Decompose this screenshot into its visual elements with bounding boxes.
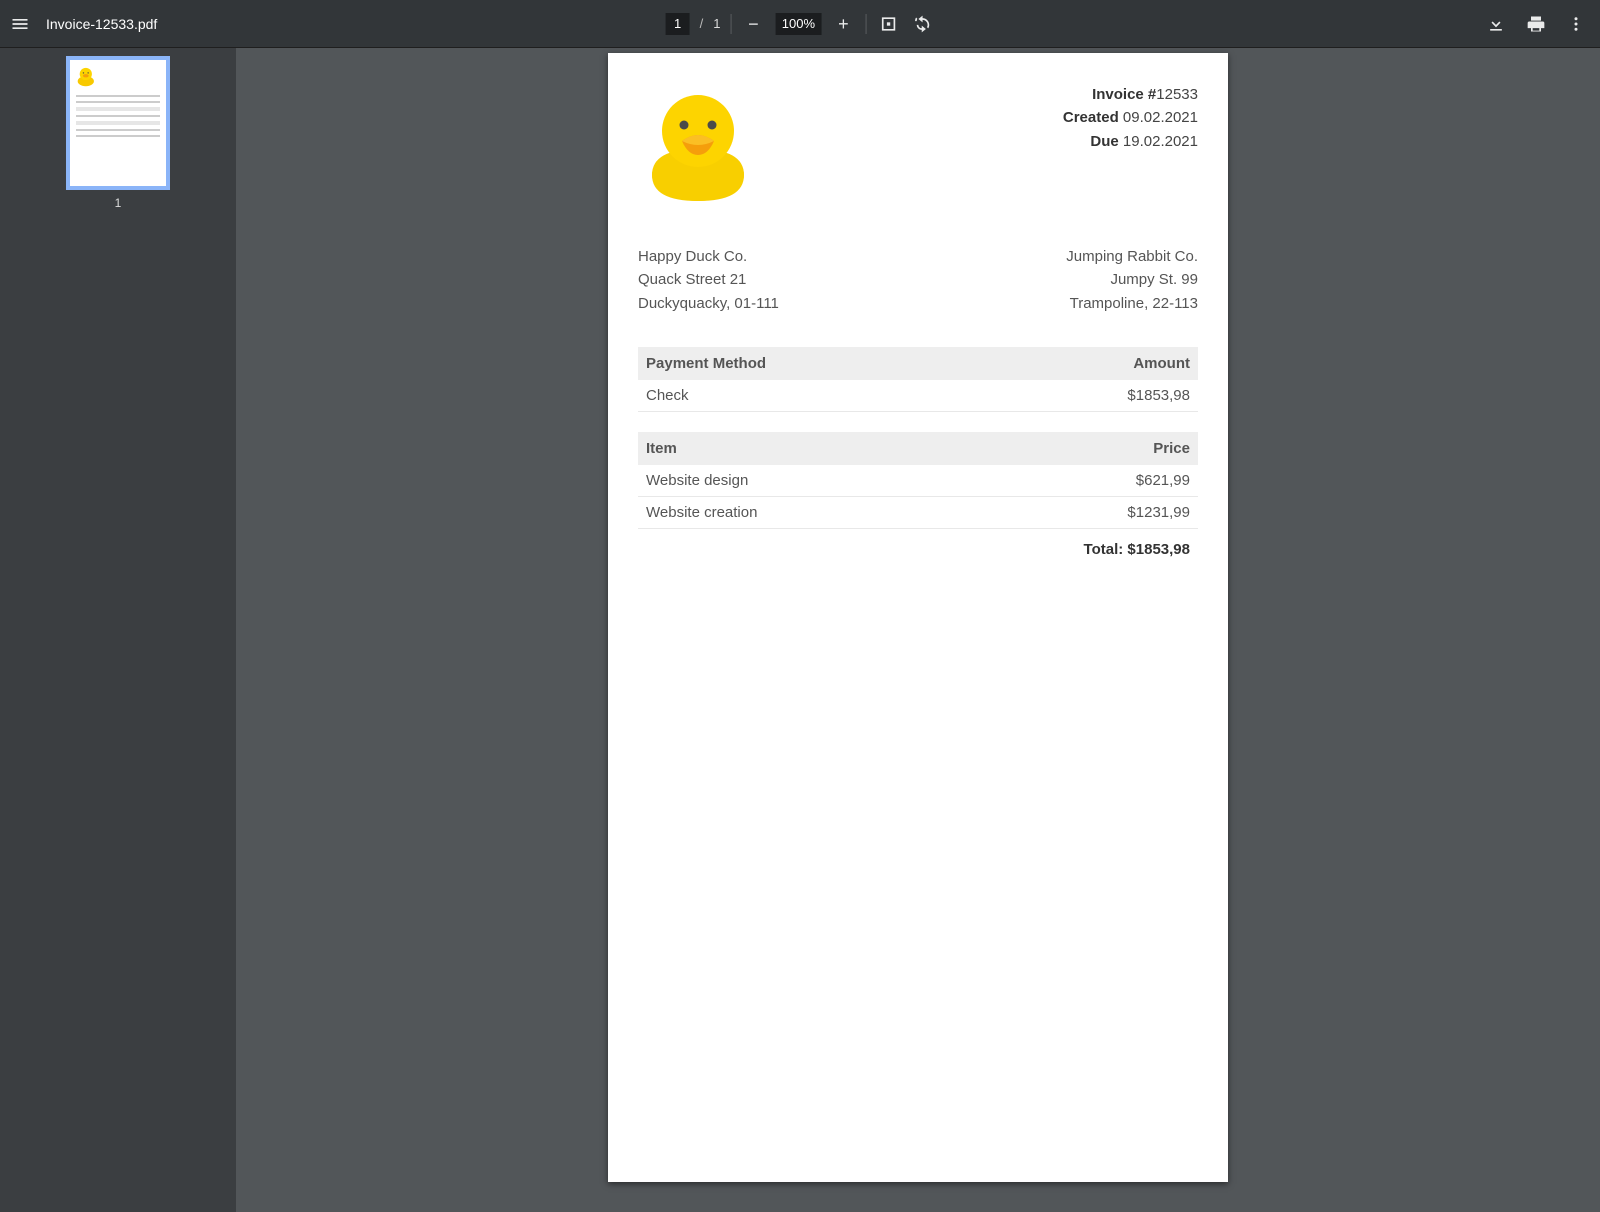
page-separator: / bbox=[700, 16, 704, 31]
invoice-number-label: Invoice # bbox=[1092, 86, 1156, 103]
table-row: Website creation $1231,99 bbox=[638, 496, 1198, 528]
thumbnail-sidebar: 1 bbox=[0, 48, 236, 1212]
payment-method-value: Check bbox=[638, 380, 993, 412]
item-name: Website creation bbox=[638, 496, 984, 528]
table-row: Check $1853,98 bbox=[638, 380, 1198, 412]
fit-page-icon[interactable] bbox=[876, 12, 900, 36]
invoice-total: Total: $1853,98 bbox=[638, 529, 1198, 558]
invoice-number-value: 12533 bbox=[1156, 86, 1198, 103]
toolbar-divider bbox=[865, 14, 866, 34]
pdf-toolbar: Invoice-12533.pdf / 1 − + bbox=[0, 0, 1600, 48]
download-icon[interactable] bbox=[1484, 12, 1508, 36]
menu-icon[interactable] bbox=[8, 12, 32, 36]
page-total: 1 bbox=[713, 16, 720, 31]
toolbar-divider bbox=[730, 14, 731, 34]
table-row: Website design $621,99 bbox=[638, 465, 1198, 497]
created-label: Created bbox=[1063, 109, 1119, 126]
thumbnail-page-number: 1 bbox=[115, 196, 122, 210]
recipient-street: Jumpy St. 99 bbox=[1066, 268, 1198, 291]
total-value: $1853,98 bbox=[1127, 541, 1190, 558]
item-name: Website design bbox=[638, 465, 984, 497]
payment-table: Payment Method Amount Check $1853,98 bbox=[638, 347, 1198, 412]
zoom-level-input[interactable] bbox=[775, 13, 821, 35]
workspace: 1 bbox=[0, 48, 1600, 1212]
page-number-input[interactable] bbox=[666, 13, 690, 35]
payment-amount-value: $1853,98 bbox=[993, 380, 1198, 412]
item-price: $621,99 bbox=[984, 465, 1198, 497]
rotate-icon[interactable] bbox=[910, 12, 934, 36]
sender-address: Happy Duck Co. Quack Street 21 Duckyquac… bbox=[638, 245, 779, 315]
item-header: Item bbox=[638, 432, 984, 465]
sender-street: Quack Street 21 bbox=[638, 268, 779, 291]
sender-city: Duckyquacky, 01-111 bbox=[638, 292, 779, 315]
total-label: Total: bbox=[1084, 541, 1124, 558]
payment-method-header: Payment Method bbox=[638, 347, 993, 380]
recipient-city: Trampoline, 22-113 bbox=[1066, 292, 1198, 315]
document-filename: Invoice-12533.pdf bbox=[46, 16, 157, 32]
created-date: 09.02.2021 bbox=[1123, 109, 1198, 126]
sender-name: Happy Duck Co. bbox=[638, 245, 779, 268]
pdf-page: Invoice #12533 Created 09.02.2021 Due 19… bbox=[608, 53, 1228, 1182]
page-thumbnail[interactable] bbox=[70, 60, 166, 186]
invoice-meta: Invoice #12533 Created 09.02.2021 Due 19… bbox=[1063, 83, 1198, 153]
zoom-in-button[interactable]: + bbox=[831, 12, 855, 36]
zoom-out-button[interactable]: − bbox=[741, 12, 765, 36]
due-label: Due bbox=[1090, 133, 1118, 150]
amount-header: Amount bbox=[993, 347, 1198, 380]
more-icon[interactable] bbox=[1564, 12, 1588, 36]
recipient-name: Jumping Rabbit Co. bbox=[1066, 245, 1198, 268]
document-viewer[interactable]: Invoice #12533 Created 09.02.2021 Due 19… bbox=[236, 48, 1600, 1212]
company-logo-duck-icon bbox=[638, 83, 758, 203]
items-table: Item Price Website design $621,99 Websit… bbox=[638, 432, 1198, 529]
recipient-address: Jumping Rabbit Co. Jumpy St. 99 Trampoli… bbox=[1066, 245, 1198, 315]
price-header: Price bbox=[984, 432, 1198, 465]
print-icon[interactable] bbox=[1524, 12, 1548, 36]
item-price: $1231,99 bbox=[984, 496, 1198, 528]
due-date: 19.02.2021 bbox=[1123, 133, 1198, 150]
